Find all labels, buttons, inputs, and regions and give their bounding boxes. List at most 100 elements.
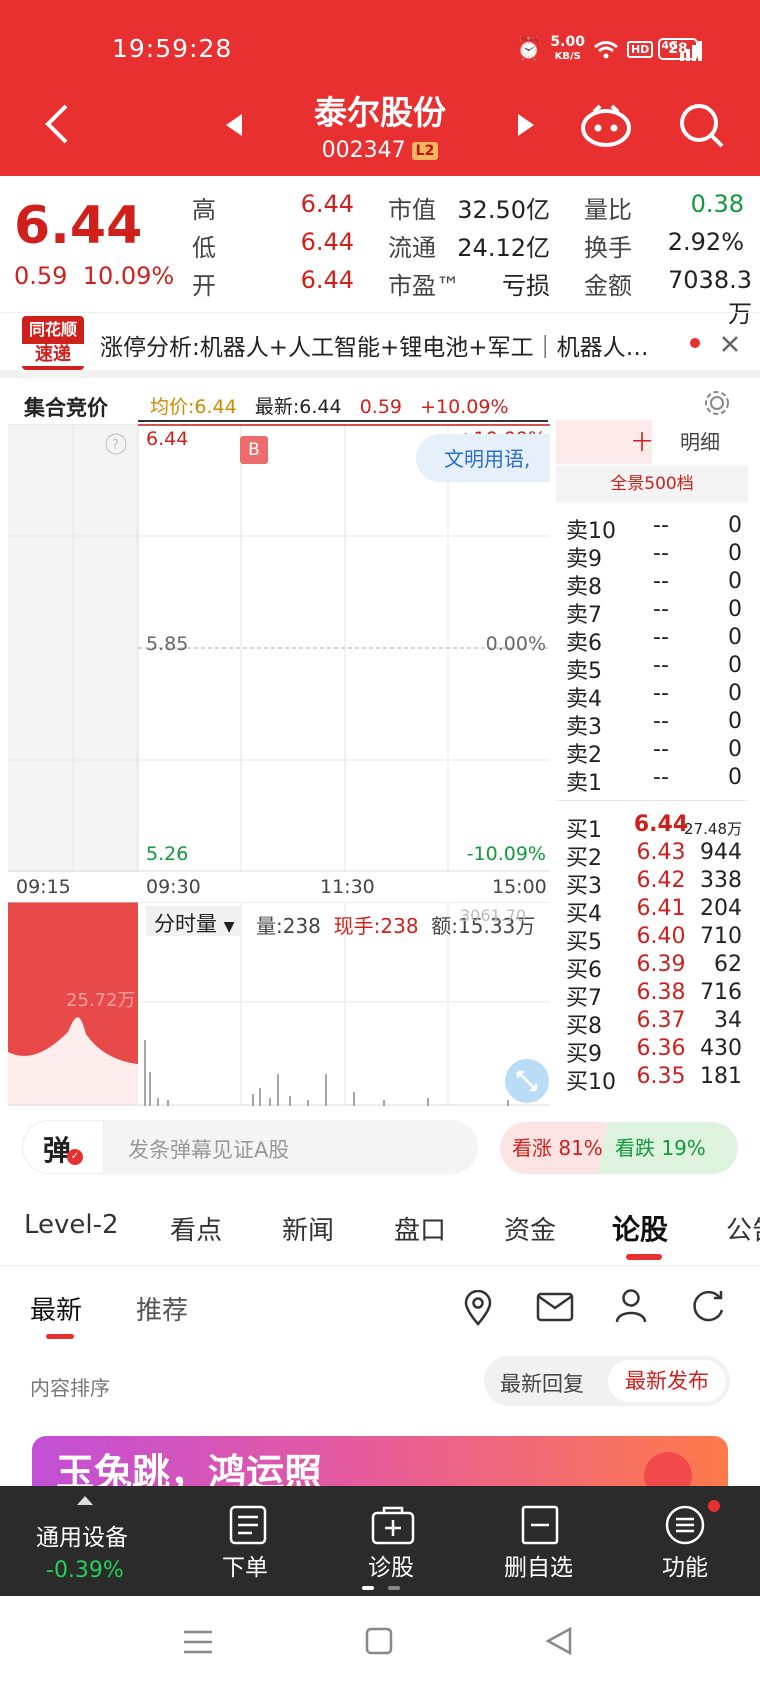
back-nav-icon[interactable] [544,1626,574,1656]
sector-pct: -0.39% [46,1558,124,1583]
refresh-icon[interactable] [690,1290,726,1324]
home-icon[interactable] [364,1626,394,1656]
sell-row: 卖7 -- 0 [566,597,742,628]
time-label: 09:15 [16,876,71,898]
expand-up-icon[interactable] [76,1494,94,1506]
settings-gear-icon[interactable] [702,388,732,418]
tab-highlights[interactable]: 看点 [170,1210,222,1247]
sort-latest-post[interactable]: 最新发布 [608,1360,726,1402]
stat-value: 6.44 [300,190,354,218]
subtab-recommended[interactable]: 推荐 [136,1290,188,1327]
tab-details[interactable]: 明细 [652,420,748,464]
svg-text:?: ? [112,438,119,453]
stat-label: 开 [192,272,216,300]
order-button[interactable]: 下单 [222,1548,268,1582]
stock-code-line: 002347 L2 [0,138,760,163]
page-dot-active [362,1586,374,1590]
buy-marker[interactable]: B [240,436,268,464]
time-label: 09:30 [146,876,201,898]
functions-icon[interactable] [664,1504,706,1546]
buy-row: 买4 6.41 204 [566,896,742,927]
tab-level2[interactable]: Level-2 [24,1210,119,1240]
volume-type-dropdown[interactable]: 分时量 ▼ [146,906,243,936]
sell-row: 卖4 -- 0 [566,681,742,712]
tab-order-book[interactable]: 盘口 [394,1210,446,1247]
stat-label: 高 [192,196,216,224]
sort-latest-reply[interactable]: 最新回复 [500,1368,584,1398]
sector-name[interactable]: 通用设备 [36,1518,128,1552]
current-price: 6.44 [14,196,143,256]
change-value: 0.59 [14,262,68,290]
logo-top-text: 同花顺 [28,320,77,339]
l2-badge: L2 [411,142,439,160]
time-label: 11:30 [320,876,375,898]
buy-row: 买10 6.35 181 [566,1064,742,1095]
tab-funds[interactable]: 资金 [504,1210,556,1247]
auction-volume-label: 25.72万 [66,990,136,1011]
full-500-button[interactable]: 全景500档 [556,466,748,502]
stat-label: 金额 [584,272,632,300]
tab-auction[interactable]: 集合竞价 [8,386,138,429]
bullish-button[interactable]: 看涨 81% [500,1122,608,1174]
alarm-icon: ⏰ [515,37,543,62]
change-pct: 10.09% [82,262,175,290]
search-icon[interactable] [678,102,726,150]
stat-value: 0.38 [690,190,744,218]
buy-row: 买9 6.36 430 [566,1036,742,1067]
ths-news-logo: 同花顺 速递 [22,316,84,370]
remove-watchlist-icon[interactable] [520,1504,560,1546]
fullscreen-icon[interactable] [504,1058,550,1104]
volume-value: 量:238 [256,914,321,938]
stat-label: 量比 [584,196,632,224]
pct-axis-mid: 0.00% [485,633,546,655]
tab-announcements[interactable]: 公告 [726,1210,760,1247]
time-label: 15:00 [492,876,547,898]
diagnose-button[interactable]: 诊股 [368,1548,414,1582]
stat-value: 亏损 [502,272,550,300]
sell-row: 卖2 -- 0 [566,737,742,768]
message-icon[interactable] [536,1292,574,1322]
header-chg: 0.59 [359,396,402,418]
danmu-bubble: 文明用语, [416,434,550,482]
stat-label: 市值 [388,196,436,224]
diagnose-icon[interactable] [370,1504,416,1546]
robot-assistant-icon[interactable] [580,100,632,148]
subtab-latest[interactable]: 最新 [30,1290,82,1327]
stat-value: 2.92% [667,228,744,256]
sell-row: 卖6 -- 0 [566,625,742,656]
next-stock-icon[interactable] [516,112,538,138]
order-icon[interactable] [228,1504,268,1546]
unread-dot [690,338,700,348]
sentiment-bar[interactable]: 看涨 81% 看跌 19% [500,1122,738,1174]
close-icon[interactable] [720,334,740,354]
danmu-placeholder[interactable]: 发条弹幕见证A股 [128,1134,289,1164]
buy-row: 买2 6.43 944 [566,840,742,871]
danmu-icon[interactable]: 弹 ✓ [22,1120,104,1174]
functions-button[interactable]: 功能 [662,1548,708,1582]
user-icon[interactable] [614,1288,648,1324]
pct-axis-bottom: -10.09% [466,843,546,865]
subtab-latest-indicator [46,1334,74,1339]
status-time: 19:59:28 [112,34,233,63]
buy-row: 买7 6.38 716 [566,980,742,1011]
buy-row: 买8 6.37 34 [566,1008,742,1039]
sort-label: 内容排序 [30,1376,110,1400]
price-axis-top: 6.44 [146,428,189,450]
remove-watchlist-button[interactable]: 删自选 [504,1548,573,1582]
stat-label: 换手 [584,234,632,262]
orderbook-divider [556,800,748,801]
location-icon[interactable] [462,1290,494,1326]
battery-icon: 28 [658,38,702,60]
page-dot [388,1586,400,1590]
net-speed: 5.00 [550,34,585,50]
bearish-button[interactable]: 看跌 19% [598,1122,738,1174]
tab-news[interactable]: 新闻 [282,1210,334,1247]
hd-badge: HD [626,41,654,58]
banner-text: 玉兔跳，鸿运照 [56,1451,323,1492]
news-text[interactable]: 涨停分析:机器人+人工智能+锂电池+军工｜机器人… [100,328,680,362]
recents-icon[interactable] [182,1628,214,1656]
tab-forum[interactable]: 论股 [612,1208,668,1248]
avg-price: 均价:6.44 [150,396,237,418]
stat-value: 6.44 [300,266,354,294]
promo-banner[interactable]: 玉兔跳，鸿运照 [32,1436,728,1492]
